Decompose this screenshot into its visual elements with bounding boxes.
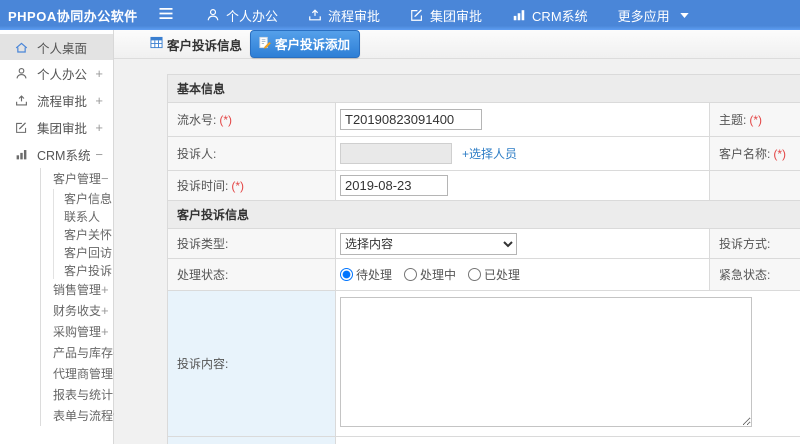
sidebar-item-finance[interactable]: 财务收支 + <box>41 300 113 321</box>
sidebar-item-customer-info[interactable]: 客户信息 <box>54 189 113 207</box>
nav-label: 个人办公 <box>226 8 279 24</box>
radio-processing-input[interactable] <box>404 268 418 281</box>
complaint-add-form: 基本信息 流水号:(*) 主题:(*) 投诉人: <box>166 74 800 444</box>
tab-complaint-info[interactable]: 客户投诉信息 <box>150 35 242 54</box>
nav-label: 更多应用 <box>617 8 670 24</box>
radio-done[interactable]: 已处理 <box>468 266 520 283</box>
sidebar-item-customer-management[interactable]: 客户管理 − <box>41 168 113 189</box>
sidebar-item-form-workflow-settings[interactable]: 表单与流程设置 + <box>41 405 145 426</box>
select-person-link[interactable]: +选择人员 <box>462 147 517 161</box>
content-area: 客户投诉信息 客户投诉添加 基本信息 流水号: (*) T20190823091… <box>114 30 800 444</box>
radio-done-input[interactable] <box>468 268 482 281</box>
caret-down-icon <box>680 12 689 18</box>
complainant-label-cell: 投诉人: <box>167 136 336 171</box>
complaint-type-select[interactable]: 选择内容 <box>340 232 517 255</box>
nav-workflow-approval[interactable]: 流程审批 <box>308 6 380 25</box>
flow-icon <box>15 94 29 107</box>
tab-complaint-add[interactable]: 客户投诉添加 <box>250 30 361 58</box>
nav-personal-office[interactable]: 个人办公 <box>206 6 278 25</box>
person-icon <box>15 67 29 80</box>
add-doc-icon <box>258 36 271 52</box>
complaint-content-label-cell: 投诉内容: <box>167 290 336 437</box>
complaint-content-textarea[interactable] <box>340 297 752 427</box>
handle-status-radio-group: 待处理 处理中 已处理 <box>340 266 709 283</box>
serial-input[interactable] <box>340 109 482 130</box>
nav-label: 集团审批 <box>430 8 483 24</box>
sidebar-item-reports[interactable]: 报表与统计 <box>41 384 113 405</box>
home-icon <box>15 41 29 54</box>
topbar: PHPOA协同办公软件 个人办公 流程审批 集团审批 CRM系统 更多应用 <box>0 0 800 30</box>
collapse-minus-icon: − <box>95 147 103 162</box>
expand-plus-icon: + <box>95 93 103 108</box>
customer-name-label-cell: 客户名称: (*) <box>709 136 800 171</box>
serial-label-cell: 流水号: (*) <box>167 102 336 137</box>
sidebar-item-customer-care[interactable]: 客户关怀 <box>54 225 113 243</box>
expand-plus-icon: + <box>95 66 103 81</box>
hamburger-menu-button[interactable] <box>158 7 180 23</box>
sidebar-item-personal-office[interactable]: 个人办公 + <box>0 60 113 87</box>
expand-plus-icon: + <box>95 120 103 135</box>
sidebar-item-workflow-approval[interactable]: 流程审批 + <box>0 87 113 114</box>
sidebar-item-crm-system[interactable]: CRM系统 − <box>0 141 113 168</box>
section-complaint-info: 客户投诉信息 <box>166 200 800 229</box>
radio-pending[interactable]: 待处理 <box>340 266 392 283</box>
subject-label-cell: 主题: (*) <box>709 102 800 137</box>
hamburger-icon <box>158 7 174 23</box>
urgent-status-label-cell: 紧急状态: <box>709 258 800 291</box>
sidebar-item-personal-desktop[interactable]: 个人桌面 <box>0 34 113 60</box>
sidebar-item-customer-complaint[interactable]: 客户投诉 <box>54 261 113 279</box>
customer-submenu: 客户信息 联系人 客户关怀 客户回访 客户投诉 <box>53 189 113 279</box>
nav-more-apps[interactable]: 更多应用 <box>618 6 689 25</box>
sidebar-item-customer-revisit[interactable]: 客户回访 <box>54 243 113 261</box>
nav-label: 流程审批 <box>328 8 381 24</box>
sidebar-item-label: CRM系统 <box>37 149 91 163</box>
nav-label: CRM系统 <box>532 8 588 24</box>
tab-strip: 客户投诉信息 客户投诉添加 <box>114 30 800 59</box>
tab-label: 客户投诉添加 <box>275 38 351 52</box>
person-icon <box>206 8 220 22</box>
edit-icon <box>15 121 29 134</box>
complaint-method-label-cell: 投诉方式: <box>709 228 800 259</box>
complaint-time-label-cell: 投诉时间: (*) <box>167 170 336 201</box>
required-marker: (*) <box>773 147 787 161</box>
sidebar-item-label: 个人办公 <box>37 68 88 82</box>
sidebar: 个人桌面 个人办公 + 流程审批 + 集团审批 + CRM系统 − 客户管理 − <box>0 30 145 444</box>
radio-pending-input[interactable] <box>340 268 353 281</box>
sidebar-item-purchase[interactable]: 采购管理 + <box>41 321 113 342</box>
complaint-type-label-cell: 投诉类型: <box>167 228 336 259</box>
chart-icon <box>15 148 29 161</box>
top-navigation: 个人办公 流程审批 集团审批 CRM系统 更多应用 <box>206 6 689 25</box>
flow-icon <box>308 8 322 22</box>
sidebar-item-contacts[interactable]: 联系人 <box>54 207 113 225</box>
sidebar-item-sales-management[interactable]: 销售管理 + <box>41 279 113 300</box>
handle-status-label-cell: 处理状态: <box>167 258 336 291</box>
complainant-input[interactable] <box>340 143 452 164</box>
sidebar-item-agents[interactable]: 代理商管理 + <box>41 363 121 384</box>
required-marker: (*) <box>219 113 233 127</box>
table-icon <box>150 36 163 52</box>
required-marker: (*) <box>231 179 245 193</box>
complaint-time-input[interactable] <box>340 175 448 196</box>
sidebar-item-label: 个人桌面 <box>37 41 88 56</box>
section-basic-info: 基本信息 <box>166 74 800 103</box>
sidebar-item-label: 集团审批 <box>37 122 88 136</box>
expand-plus-icon: + <box>101 324 109 339</box>
chart-icon <box>512 8 526 22</box>
app-logo: PHPOA协同办公软件 <box>8 8 138 24</box>
tab-label: 客户投诉信息 <box>167 38 243 53</box>
nav-group-approval[interactable]: 集团审批 <box>410 6 482 25</box>
radio-processing[interactable]: 处理中 <box>404 266 456 283</box>
crm-submenu: 客户管理 − 客户信息 联系人 客户关怀 客户回访 客户投诉 销售管理 + 财务… <box>40 168 145 426</box>
sidebar-item-label: 流程审批 <box>37 95 88 109</box>
collapse-minus-icon: − <box>101 171 109 186</box>
sidebar-item-group-approval[interactable]: 集团审批 + <box>0 114 113 141</box>
required-marker: (*) <box>749 113 763 127</box>
sidebar-item-products-inventory[interactable]: 产品与库存 + <box>41 342 121 363</box>
expand-plus-icon: + <box>101 303 109 318</box>
expand-plus-icon: + <box>101 282 109 297</box>
edit-icon <box>410 8 424 22</box>
nav-crm-system[interactable]: CRM系统 <box>512 6 588 25</box>
